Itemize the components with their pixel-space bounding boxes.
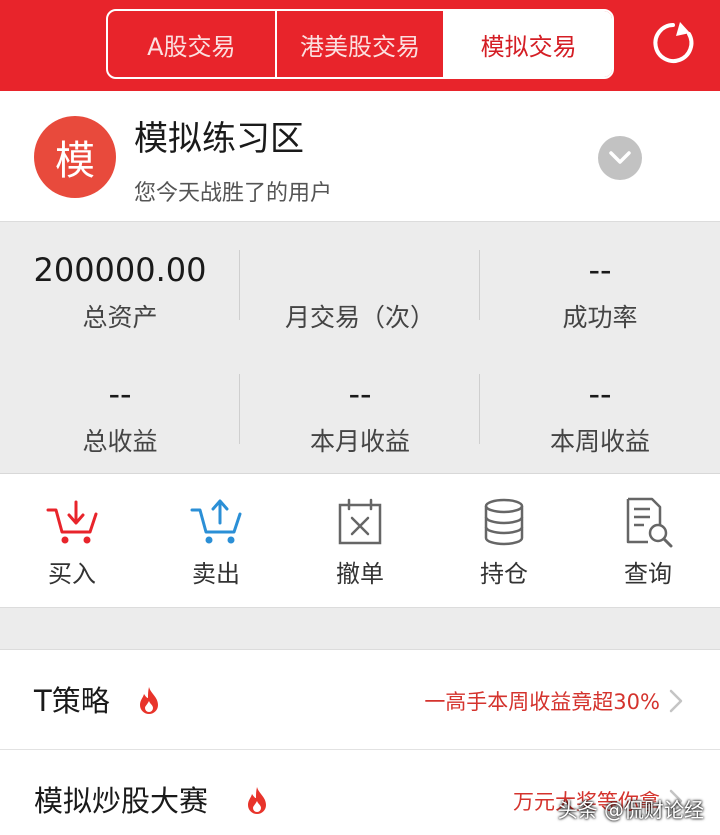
stat-value: [240, 250, 480, 290]
account-stats: 200000.00 总资产 月交易（次） -- 成功率 -- 总收益 -- 本月…: [0, 222, 720, 474]
expand-button[interactable]: [598, 136, 642, 180]
tab-a-shares[interactable]: A股交易: [108, 11, 277, 77]
section-gap: [0, 608, 720, 650]
positions-label: 持仓: [480, 560, 528, 588]
tab-hk-us-stocks[interactable]: 港美股交易: [277, 11, 446, 77]
stat-label: 月交易（次）: [284, 303, 435, 332]
profile-card: 模 模拟练习区 您今天战胜了的用户: [0, 91, 720, 222]
database-stack-icon: [484, 498, 524, 546]
stat-label: 本月收益: [309, 427, 410, 456]
page-title: 模拟练习区: [134, 119, 304, 159]
fire-icon: [140, 687, 158, 714]
stat-success-rate: -- 成功率: [480, 250, 720, 334]
sell-button[interactable]: 卖出: [171, 496, 261, 589]
fire-icon: [248, 787, 266, 814]
divider: [479, 374, 480, 444]
stat-value: --: [108, 375, 132, 413]
list-item-promo: 一高手本周收益竟超30%: [424, 690, 660, 714]
buy-button[interactable]: 买入: [27, 496, 117, 589]
stat-label: 总收益: [82, 427, 158, 456]
cart-out-icon: [190, 499, 242, 544]
divider: [239, 374, 240, 444]
positions-button[interactable]: 持仓: [459, 496, 549, 589]
stat-month-profit: -- 本月收益: [240, 374, 480, 458]
stat-value: --: [588, 375, 612, 413]
document-search-icon: [626, 497, 673, 548]
buy-label: 买入: [48, 560, 96, 588]
stat-total-assets: 200000.00 总资产: [0, 250, 240, 334]
stat-value: --: [348, 375, 372, 413]
refresh-icon[interactable]: [648, 18, 698, 68]
cancel-calendar-icon: [338, 498, 382, 545]
cancel-order-button[interactable]: 撤单: [315, 496, 405, 589]
stat-total-profit: -- 总收益: [0, 374, 240, 458]
divider: [479, 250, 480, 320]
stat-monthly-trades: 月交易（次）: [240, 250, 480, 334]
divider: [239, 250, 240, 320]
stat-week-profit: -- 本周收益: [480, 374, 720, 458]
list-item-t-strategy[interactable]: T策略 一高手本周收益竟超30%: [0, 650, 720, 750]
tab-simulated-trading[interactable]: 模拟交易: [445, 11, 612, 77]
chevron-down-icon: [609, 151, 631, 164]
avatar: 模: [34, 116, 116, 198]
list-item-title: T策略: [34, 684, 110, 718]
stat-label: 本周收益: [549, 427, 650, 456]
watermark: 头条 @侃财论经: [557, 798, 704, 822]
chevron-right-icon: [669, 689, 683, 713]
query-button[interactable]: 查询: [603, 496, 693, 589]
sell-label: 卖出: [192, 560, 240, 588]
top-bar: A股交易 港美股交易 模拟交易: [0, 0, 720, 91]
trade-mode-tabs: A股交易 港美股交易 模拟交易: [106, 9, 614, 79]
cart-in-icon: [46, 500, 98, 544]
list-item-title: 模拟炒股大赛: [34, 784, 209, 818]
stat-label: 成功率: [562, 303, 638, 332]
trade-actions: 买入 卖出 撤单 持仓 查询: [0, 474, 720, 608]
stat-label: 总资产: [82, 303, 158, 332]
profile-subtitle: 您今天战胜了的用户: [134, 181, 333, 206]
stat-value: --: [588, 251, 612, 289]
cancel-order-label: 撤单: [336, 560, 384, 588]
stat-value: 200000.00: [33, 251, 207, 289]
query-label: 查询: [624, 560, 672, 588]
